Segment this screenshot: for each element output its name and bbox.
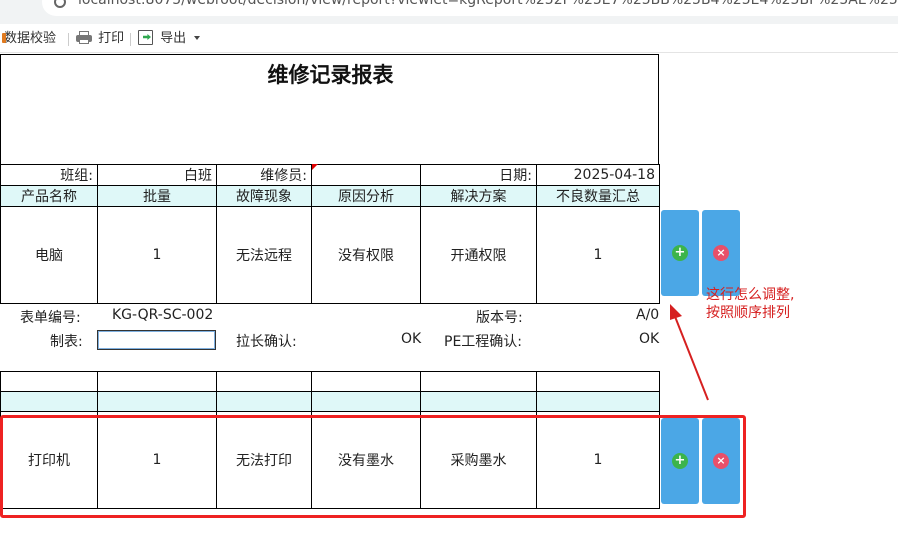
fault-cell[interactable]: 无法远程	[216, 206, 312, 304]
defect-count-cell[interactable]: 1	[536, 411, 660, 509]
solution-cell[interactable]: 采购墨水	[420, 411, 537, 509]
date-value[interactable]: 2025-04-18	[536, 164, 660, 186]
cause-cell[interactable]: 没有墨水	[311, 411, 421, 509]
repair-record-table-2: 打印机 1 无法打印 没有墨水 采购墨水 1	[0, 371, 660, 509]
column-header: 批量	[97, 185, 217, 207]
team-label: 班组:	[0, 164, 98, 186]
plus-icon: +	[672, 453, 688, 469]
header-row: 产品名称 批量 故障现象 原因分析 解决方案 不良数量汇总	[0, 185, 660, 207]
annotation-line: 按照顺序排列	[706, 305, 790, 321]
defect-count-cell[interactable]: 1	[536, 206, 660, 304]
empty-cell[interactable]	[311, 371, 421, 392]
report-title: 维修记录报表	[267, 63, 394, 87]
repairer-value[interactable]	[311, 164, 421, 186]
maker-label: 制表:	[50, 334, 83, 350]
pe-confirm-label: PE工程确认:	[444, 334, 523, 350]
team-value[interactable]: 白班	[97, 164, 217, 186]
export-button[interactable]: 导出	[138, 30, 201, 48]
empty-header-row	[0, 391, 660, 412]
add-row-button[interactable]: +	[661, 418, 699, 504]
toolbar-divider	[68, 33, 69, 46]
chevron-down-icon	[194, 36, 201, 40]
export-label: 导出	[160, 31, 187, 46]
annotation-line: 这行怎么调整,	[706, 287, 795, 303]
repair-record-table: 班组: 白班 维修员: 日期: 2025-04-18 产品名称 批量 故障现象 …	[0, 164, 660, 304]
empty-cell[interactable]	[536, 371, 660, 392]
annotation-text: 这行怎么调整, 按照顺序排列	[706, 286, 846, 322]
empty-header-cell	[311, 391, 421, 412]
empty-row	[0, 371, 660, 392]
close-icon: ×	[713, 453, 729, 469]
report-toolbar: 数据校验 打印 导出	[0, 26, 898, 53]
data-check-button[interactable]: 数据校验	[2, 30, 57, 48]
product-name-cell[interactable]: 打印机	[0, 411, 98, 509]
batch-cell[interactable]: 1	[97, 206, 217, 304]
empty-header-cell	[420, 391, 537, 412]
fault-cell[interactable]: 无法打印	[216, 411, 312, 509]
meta-row: 班组: 白班 维修员: 日期: 2025-04-18	[0, 164, 660, 186]
version-label: 版本号:	[476, 310, 523, 326]
plus-icon: +	[672, 245, 688, 261]
pe-confirm-value: OK	[639, 331, 660, 347]
form-number-value: KG-QR-SC-002	[112, 307, 214, 323]
empty-cell[interactable]	[0, 371, 98, 392]
empty-cell[interactable]	[216, 371, 312, 392]
empty-header-cell	[216, 391, 312, 412]
title-area: 维修记录报表	[0, 54, 659, 164]
column-header: 不良数量汇总	[536, 185, 660, 207]
column-header: 故障现象	[216, 185, 312, 207]
printer-icon	[76, 31, 92, 44]
data-check-icon	[2, 33, 6, 43]
close-icon: ×	[713, 245, 729, 261]
batch-cell[interactable]: 1	[97, 411, 217, 509]
empty-cell[interactable]	[420, 371, 537, 392]
print-label: 打印	[98, 31, 125, 46]
toolbar-divider	[130, 33, 131, 46]
url-text[interactable]: localhost:8075/webroot/decision/view/rep…	[78, 0, 898, 8]
product-name-cell[interactable]: 电脑	[0, 206, 98, 304]
column-header: 产品名称	[0, 185, 98, 207]
repairer-label: 维修员:	[216, 164, 312, 186]
line-confirm-value: OK	[401, 331, 422, 347]
column-header: 原因分析	[311, 185, 421, 207]
form-number-label: 表单编号:	[20, 310, 81, 326]
column-header: 解决方案	[420, 185, 537, 207]
add-row-button[interactable]: +	[661, 210, 699, 296]
data-check-label: 数据校验	[4, 31, 57, 46]
table-row: 电脑 1 无法远程 没有权限 开通权限 1	[0, 206, 660, 304]
empty-header-cell	[536, 391, 660, 412]
solution-cell[interactable]: 开通权限	[420, 206, 537, 304]
browser-url-bar[interactable]: localhost:8075/webroot/decision/view/rep…	[0, 0, 898, 24]
cause-cell[interactable]: 没有权限	[311, 206, 421, 304]
print-button[interactable]: 打印	[76, 30, 124, 48]
empty-header-cell	[0, 391, 98, 412]
empty-cell[interactable]	[97, 371, 217, 392]
date-label: 日期:	[420, 164, 537, 186]
empty-header-cell	[97, 391, 217, 412]
line-confirm-label: 拉长确认:	[236, 334, 297, 350]
table-row: 打印机 1 无法打印 没有墨水 采购墨水 1	[0, 411, 660, 509]
delete-row-button[interactable]: ×	[702, 418, 740, 504]
version-value: A/0	[636, 307, 660, 323]
cell-marker	[312, 164, 318, 170]
maker-input[interactable]	[97, 330, 216, 350]
delete-row-button[interactable]: ×	[702, 210, 740, 296]
export-icon	[138, 30, 153, 45]
